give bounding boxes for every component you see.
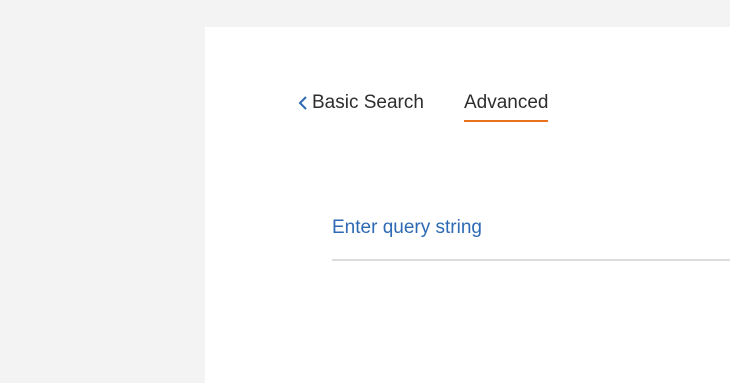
query-input[interactable] bbox=[332, 217, 730, 261]
tab-basic-search[interactable]: Basic Search bbox=[298, 90, 424, 116]
search-panel: Basic Search Advanced bbox=[205, 27, 730, 383]
query-field-container bbox=[332, 217, 730, 261]
search-tabs: Basic Search Advanced bbox=[298, 90, 549, 130]
tab-advanced[interactable]: Advanced bbox=[463, 90, 549, 122]
chevron-left-icon bbox=[298, 96, 308, 110]
tab-basic-search-label: Basic Search bbox=[312, 92, 424, 113]
tab-advanced-label: Advanced bbox=[463, 92, 549, 113]
